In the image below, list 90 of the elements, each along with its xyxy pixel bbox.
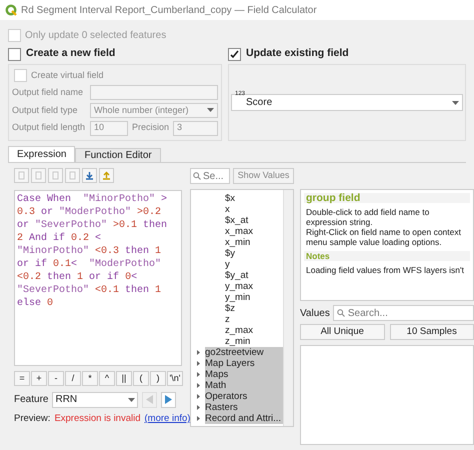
help-text: Double-click to add field name to expression string. Right-Click on field name to open context menu sample value loading options. [305, 207, 462, 247]
expression-editor[interactable]: Case When "MinorPotho" > 0.3 or "ModerPotho" >0.2 or "SeverPotho" >0.1 then 2 And if 0.2 < "MinorPotho" <0.3 then 1 or if 0.1< "ModerPotho" <0.2 then 1 or if 0< "SeverPotho" <0.1 then 1 else 0 [14, 190, 182, 366]
right-arrow-icon [165, 395, 172, 404]
search-icon [193, 172, 201, 180]
expand-arrow-icon[interactable] [196, 383, 200, 388]
operator-button[interactable]: ^ [99, 371, 115, 386]
operator-button[interactable]: * [82, 371, 98, 386]
tree-item[interactable]: z [191, 314, 283, 325]
search-field[interactable]: Se... [190, 168, 230, 184]
more-info-link[interactable]: (more info) [144, 412, 190, 426]
field-label: Output field length [12, 121, 86, 134]
sample-button[interactable]: 10 Samples [390, 324, 474, 340]
app-logo-icon [5, 4, 17, 16]
tree-item[interactable]: Maps [205, 369, 283, 380]
checkbox-label: Create virtual field [31, 69, 104, 82]
checkbox-label: Update existing field [246, 46, 349, 62]
input-field[interactable] [90, 85, 218, 100]
tree-item[interactable]: go2streetview [205, 347, 283, 358]
operator-button[interactable]: ) [150, 371, 166, 386]
window-title: Rd Segment Interval Report_Cumberland_copy — Field Calculator [21, 4, 317, 18]
next-button[interactable] [161, 392, 176, 408]
expand-arrow-icon[interactable] [196, 372, 200, 377]
field-label: Output field type [12, 104, 79, 117]
tree-item[interactable]: z_min [191, 336, 283, 347]
tab[interactable]: Function Editor [75, 148, 161, 162]
tree-item[interactable]: Map Layers [205, 358, 283, 369]
operator-button[interactable]: || [116, 371, 132, 386]
checkbox[interactable] [8, 48, 21, 60]
tree-item[interactable]: $x_at [191, 215, 283, 226]
operator-button[interactable]: = [14, 371, 30, 386]
checkmark-icon [230, 50, 239, 58]
code-line: or "SeverPotho" >0.1 then [17, 219, 168, 232]
expand-arrow-icon[interactable] [196, 416, 200, 421]
tree-item[interactable]: x_max [191, 226, 283, 237]
code-line: <0.2 then 1 or if 0< [17, 271, 138, 284]
dropdown[interactable]: RRN [52, 392, 138, 408]
tree-item[interactable]: Operators [205, 391, 283, 402]
search-field[interactable]: Search... [332, 305, 474, 321]
code-line: "MinorPotho" <0.3 then 1 [17, 245, 162, 258]
tree-item[interactable]: x_min [191, 237, 283, 248]
tree-item[interactable]: y [191, 259, 283, 270]
code-line: 0.3 or "ModerPotho" >0.2 [17, 206, 162, 219]
tree-item[interactable]: y_min [191, 292, 283, 303]
help-title: group field [304, 193, 470, 203]
tree-item[interactable]: y_max [191, 281, 283, 292]
dropdown-arrow-icon [207, 108, 214, 112]
tree-item[interactable]: z_max [191, 325, 283, 336]
tab[interactable]: Expression [8, 146, 76, 162]
code-line: 2 And if 0.2 < [17, 232, 102, 245]
tree-item[interactable]: $y [191, 248, 283, 259]
tree-item[interactable]: $z [191, 303, 283, 314]
operator-button[interactable]: ( [133, 371, 149, 386]
search-icon [336, 309, 345, 317]
notes-text: Loading field values from WFS layers isn't [305, 265, 465, 275]
notes-title: Notes [304, 251, 470, 261]
tree-item[interactable]: Record and Attri... [205, 413, 283, 424]
expand-arrow-icon[interactable] [196, 405, 200, 410]
preview-label: Preview: [14, 412, 50, 426]
expand-arrow-icon[interactable] [196, 394, 200, 399]
left-arrow-icon [146, 395, 154, 404]
operator-button[interactable]: + [31, 371, 47, 386]
tree-item[interactable]: Rasters [205, 402, 283, 413]
field-label: Output field name [12, 86, 84, 99]
field-label: Feature [14, 393, 48, 407]
code-line: Case When "MinorPotho" > [17, 193, 168, 206]
upload-icon[interactable] [99, 168, 114, 183]
checkbox-label: Only update 0 selected features [25, 28, 166, 42]
tree-item[interactable]: $x [191, 193, 283, 204]
field-label: Values [300, 306, 330, 320]
dropdown-arrow-icon [452, 100, 459, 104]
sample-button[interactable]: All Unique [300, 324, 384, 340]
operator-button[interactable]: '\n' [167, 371, 183, 386]
checkbox-label: Create a new field [26, 46, 116, 62]
checkbox[interactable] [228, 48, 241, 60]
operator-button[interactable]: - [48, 371, 64, 386]
checkbox[interactable] [14, 69, 27, 82]
expand-arrow-icon[interactable] [196, 350, 200, 355]
scrollbar[interactable] [283, 190, 293, 426]
expand-arrow-icon[interactable] [196, 361, 200, 366]
code-line: else 0 [17, 297, 54, 310]
tree-item[interactable]: $y_at [191, 270, 283, 281]
tree-item[interactable]: x [191, 204, 283, 215]
code-line: "SeverPotho" <0.1 then 1 [17, 284, 162, 297]
field-label: Precision [132, 121, 170, 134]
tree-item[interactable]: Math [205, 380, 283, 391]
operator-button[interactable]: / [65, 371, 81, 386]
dropdown-arrow-icon [128, 398, 136, 402]
code-line: or if 0.1< "ModerPotho" [17, 258, 162, 271]
download-icon[interactable] [82, 168, 97, 183]
error-message: Expression is invalid [54, 412, 141, 426]
